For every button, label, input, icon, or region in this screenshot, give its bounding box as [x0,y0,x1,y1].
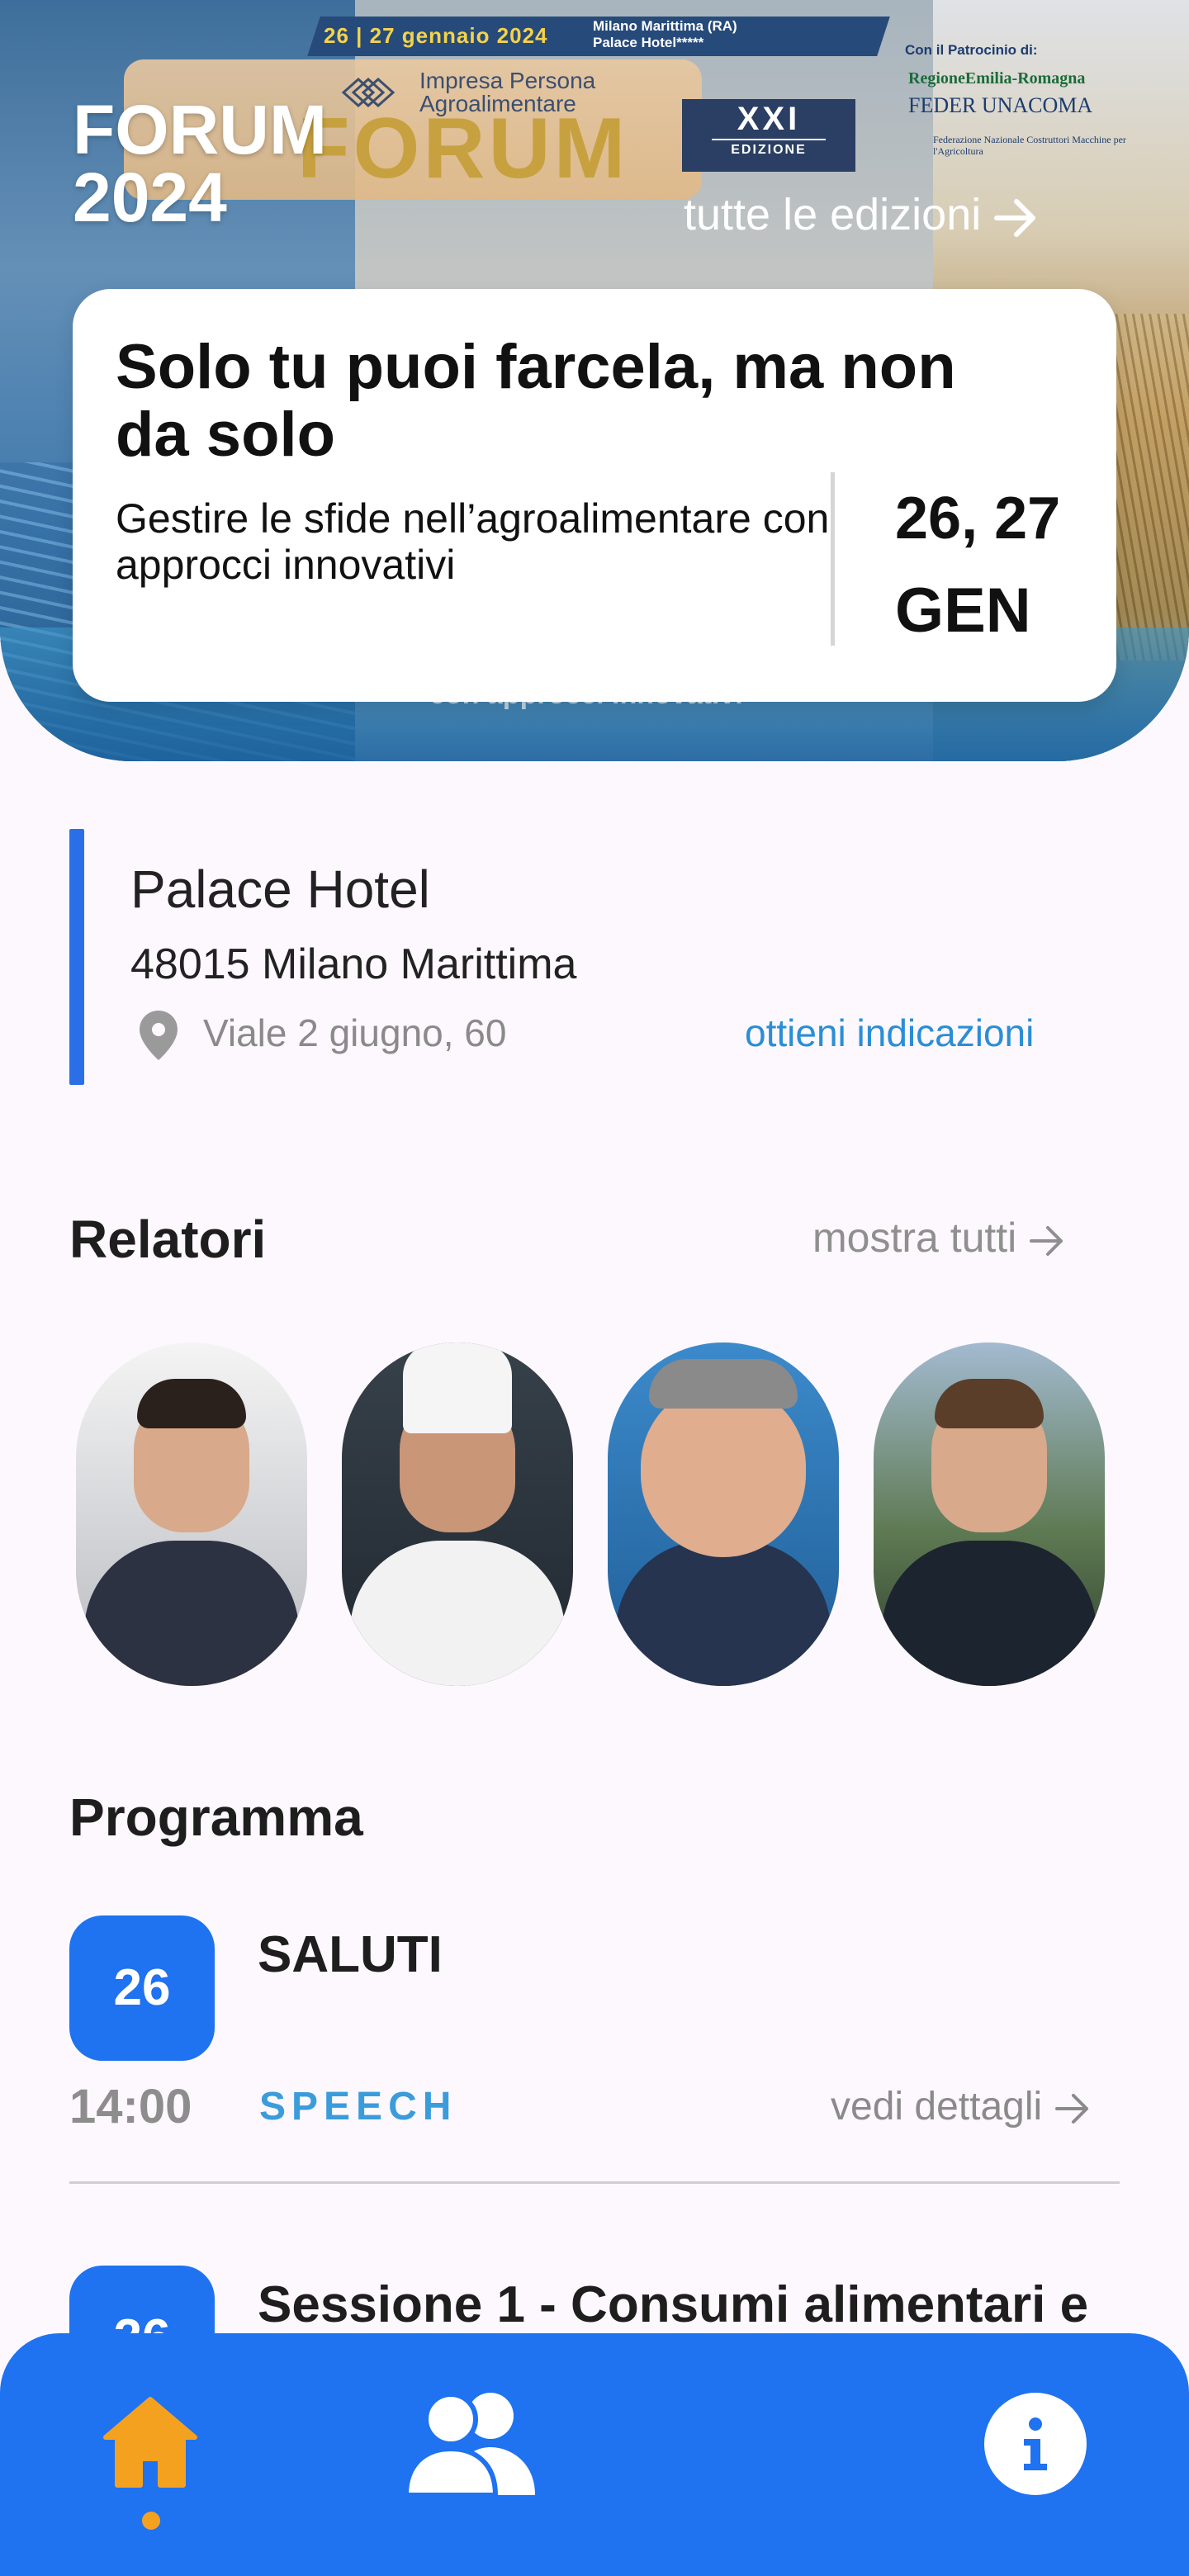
home-icon[interactable] [99,2393,201,2495]
arrow-right-icon [1030,1225,1063,1256]
speaker-avatar[interactable] [76,1342,307,1686]
speaker-hair [137,1379,246,1428]
banner-place: Milano Marittima (RA) Palace Hotel***** [593,18,737,51]
event-month: GEN [895,575,1031,646]
venue-city: 48015 Milano Marittima [130,940,577,988]
venue-name: Palace Hotel [130,859,430,919]
program-item-title: Sessione 1 - Consumi alimentari e [258,2276,1089,2333]
speaker-face [641,1384,806,1557]
speaker-avatar[interactable] [342,1342,573,1686]
program-item-title: SALUTI [258,1926,443,1983]
speaker-hair [649,1359,798,1409]
patronage-label: Con il Patrocinio di: [905,42,1038,58]
speaker-chef-jacket [350,1541,565,1686]
banner-date: 26 | 27 gennaio 2024 [324,23,548,48]
people-icon[interactable] [405,2389,537,2495]
event-card: Solo tu puoi farcela, ma non da solo Ges… [73,289,1116,702]
info-glyph [1024,2417,1047,2470]
event-subtitle: Gestire le sfide nell’agroalimentare con… [116,495,830,588]
program-day-badge: 26 [69,1915,215,2061]
edition-label: EDIZIONE [712,139,826,160]
speaker-hair [935,1379,1044,1428]
patron-federunacoma: FEDER UNACOMA [908,93,1093,117]
bottom-navigation [0,2333,1189,2576]
banner-place-line1: Milano Marittima (RA) [593,18,737,34]
location-pin-icon [140,1011,178,1060]
show-all-label: mostra tutti [812,1215,1017,1261]
logo-subtitle-line1: Impresa Persona [419,68,596,93]
venue-street: Viale 2 giugno, 60 [203,1011,507,1054]
speaker-chef-hat [403,1342,512,1433]
program-separator [69,2181,1120,2184]
edition-number: XXI [737,101,801,137]
speaker-suit [616,1541,831,1686]
info-icon[interactable] [984,2393,1087,2495]
speaker-jacket [882,1541,1097,1686]
speaker-avatar[interactable] [874,1342,1105,1686]
view-details-label: vedi dettagli [831,2085,1043,2129]
all-editions-link[interactable]: tutte le edizioni [684,190,1040,239]
venue-accent-bar [69,829,84,1085]
arrow-right-icon [994,198,1036,237]
view-details-link[interactable]: vedi dettagli [831,2084,1093,2129]
banner-place-line2: Palace Hotel***** [593,35,704,50]
event-days: 26, 27 [895,485,1061,552]
patron-regione: RegioneEmilia-Romagna [908,69,1086,88]
program-title: Programma [69,1788,363,1847]
get-directions-link[interactable]: ottieni indicazioni [745,1011,1034,1055]
arrow-right-icon [1054,2094,1088,2124]
patron-federunacoma-sub: Federazione Nazionale Costruttori Macchi… [933,134,1126,157]
speaker-suit [84,1541,299,1686]
forum-logo-word: FORUM [297,101,629,197]
speakers-title: Relatori [69,1210,267,1269]
program-item-time: 14:00 [69,2080,192,2133]
active-indicator-dot [142,2512,160,2530]
edition-badge: XXI EDIZIONE [682,99,855,172]
hero-title: FORUM 2024 [73,91,327,236]
all-editions-label: tutte le edizioni [684,190,982,239]
card-divider [831,472,835,646]
event-title: Solo tu puoi farcela, ma non da solo [116,332,956,470]
program-item-type: SPEECH [259,2085,457,2129]
speaker-avatar[interactable] [608,1342,839,1686]
show-all-speakers-link[interactable]: mostra tutti [812,1214,1068,1262]
